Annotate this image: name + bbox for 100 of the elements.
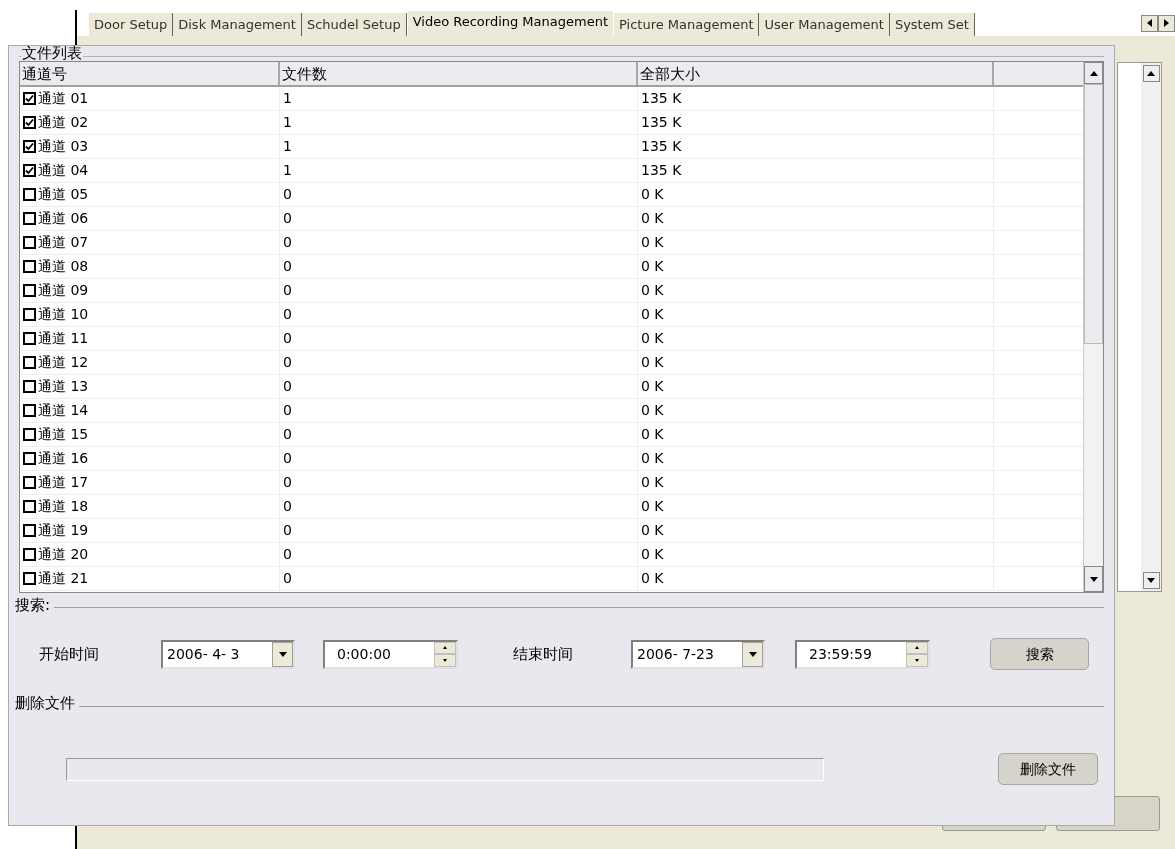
- checkbox[interactable]: [23, 548, 36, 561]
- table-cell-text: 通道 12: [38, 353, 89, 372]
- end-time-field[interactable]: 23:59:59: [795, 639, 930, 669]
- scrollbar[interactable]: [1083, 62, 1103, 592]
- checkbox[interactable]: [23, 236, 36, 249]
- spin-up-button[interactable]: [906, 641, 928, 654]
- checkbox[interactable]: [23, 452, 36, 465]
- end-time-label: 结束时间: [513, 643, 574, 665]
- checkbox[interactable]: [23, 476, 36, 489]
- checkbox[interactable]: [23, 404, 36, 417]
- checkbox[interactable]: [23, 284, 36, 297]
- table-cell-text: 0: [283, 473, 292, 492]
- table-cell-text: 0 K: [641, 449, 664, 468]
- tab[interactable]: System Set: [889, 13, 975, 36]
- column-header[interactable]: 通道号: [20, 62, 280, 85]
- table-cell-text: 0: [283, 449, 292, 468]
- end-date-picker[interactable]: 2006- 7-23: [631, 639, 765, 669]
- delete-files-button[interactable]: 删除文件: [998, 753, 1098, 785]
- tab[interactable]: Video Recording Management: [406, 10, 614, 36]
- checkbox[interactable]: [23, 332, 36, 345]
- table-cell-text: 135 K: [641, 161, 682, 180]
- checkbox[interactable]: [23, 500, 36, 513]
- table-cell-text: 0 K: [641, 353, 664, 372]
- column-header[interactable]: 全部大小: [638, 62, 994, 85]
- down-arrow-icon: [915, 658, 919, 662]
- checkbox[interactable]: [23, 380, 36, 393]
- table-cell-text: 通道 10: [38, 305, 89, 324]
- checkbox[interactable]: [23, 524, 36, 537]
- table-cell-text: 通道 04: [38, 161, 89, 180]
- checkbox[interactable]: [23, 164, 36, 177]
- down-arrow-icon: [1147, 578, 1155, 583]
- table-cell-text: 0: [283, 353, 292, 372]
- dropdown-button[interactable]: [742, 641, 763, 667]
- spin-up-button[interactable]: [434, 641, 456, 654]
- checkbox[interactable]: [23, 188, 36, 201]
- table-cell-text: 通道 05: [38, 185, 89, 204]
- table-cell-text: 135 K: [641, 89, 682, 108]
- column-header[interactable]: 文件数: [280, 62, 638, 85]
- table-cell-text: 0 K: [641, 497, 664, 516]
- down-arrow-icon: [443, 658, 447, 662]
- checkbox[interactable]: [23, 308, 36, 321]
- table-cell-text: 通道 13: [38, 377, 89, 396]
- table-cell-text: 0 K: [641, 377, 664, 396]
- group-title: 删除文件: [15, 696, 79, 711]
- table-cell-text: 135 K: [641, 137, 682, 156]
- tab[interactable]: Disk Management: [173, 13, 302, 36]
- dropdown-button[interactable]: [272, 641, 293, 667]
- table-cell-text: 1: [283, 161, 292, 180]
- checkbox[interactable]: [23, 116, 36, 129]
- tab[interactable]: Door Setup: [89, 13, 174, 36]
- checkbox[interactable]: [23, 212, 36, 225]
- tab-scroll-left-button[interactable]: [1141, 14, 1158, 32]
- table-cell-text: 通道 21: [38, 569, 89, 588]
- scrollbar[interactable]: [1141, 63, 1161, 591]
- table-cell-text: 0 K: [641, 209, 664, 228]
- down-arrow-icon: [748, 651, 757, 657]
- table-cell-text: 0: [283, 377, 292, 396]
- table-cell-text: 0 K: [641, 425, 664, 444]
- tab[interactable]: Picture Management: [614, 13, 760, 36]
- table-cell-text: 0: [283, 401, 292, 420]
- table-cell-text: 0 K: [641, 569, 664, 588]
- table-cell-text: 0: [283, 185, 292, 204]
- tab-scroll-right-button[interactable]: [1158, 14, 1175, 32]
- table-cell-text: 0 K: [641, 401, 664, 420]
- tab[interactable]: Schudel Setup: [301, 13, 407, 36]
- table-cell-text: 0: [283, 257, 292, 276]
- table-cell-text: 0 K: [641, 521, 664, 540]
- checkbox[interactable]: [23, 356, 36, 369]
- checkbox[interactable]: [23, 260, 36, 273]
- table-cell-text: 0: [283, 305, 292, 324]
- table-cell-text: 通道 08: [38, 257, 89, 276]
- up-arrow-icon: [443, 646, 447, 650]
- table-cell-text: 0 K: [641, 257, 664, 276]
- table-cell-text: 0: [283, 233, 292, 252]
- up-arrow-icon: [1147, 71, 1155, 76]
- checkbox[interactable]: [23, 92, 36, 105]
- table-cell-text: 通道 19: [38, 521, 89, 540]
- table-cell-text: 0 K: [641, 185, 664, 204]
- table-cell-text: 通道 02: [38, 113, 89, 132]
- spin-down-button[interactable]: [906, 654, 928, 667]
- down-arrow-icon: [1089, 576, 1098, 582]
- table-cell-text: 0: [283, 497, 292, 516]
- table-cell-text: 0: [283, 425, 292, 444]
- checkbox[interactable]: [23, 140, 36, 153]
- table-cell-text: 0 K: [641, 305, 664, 324]
- checkbox[interactable]: [23, 428, 36, 441]
- tab[interactable]: User Management: [759, 13, 890, 36]
- left-arrow-icon: [1147, 19, 1152, 27]
- spin-down-button[interactable]: [434, 654, 456, 667]
- table-cell-text: 0 K: [641, 473, 664, 492]
- table-cell-text: 通道 15: [38, 425, 89, 444]
- group-title: 搜索:: [15, 598, 55, 613]
- down-arrow-icon: [278, 651, 287, 657]
- start-date-picker[interactable]: 2006- 4- 3: [161, 639, 295, 669]
- search-button[interactable]: 搜索: [990, 638, 1089, 670]
- table-cell-text: 通道 06: [38, 209, 89, 228]
- start-time-field[interactable]: 0:00:00: [323, 639, 458, 669]
- table-cell-text: 0: [283, 521, 292, 540]
- table-cell-text: 1: [283, 113, 292, 132]
- checkbox[interactable]: [23, 572, 36, 585]
